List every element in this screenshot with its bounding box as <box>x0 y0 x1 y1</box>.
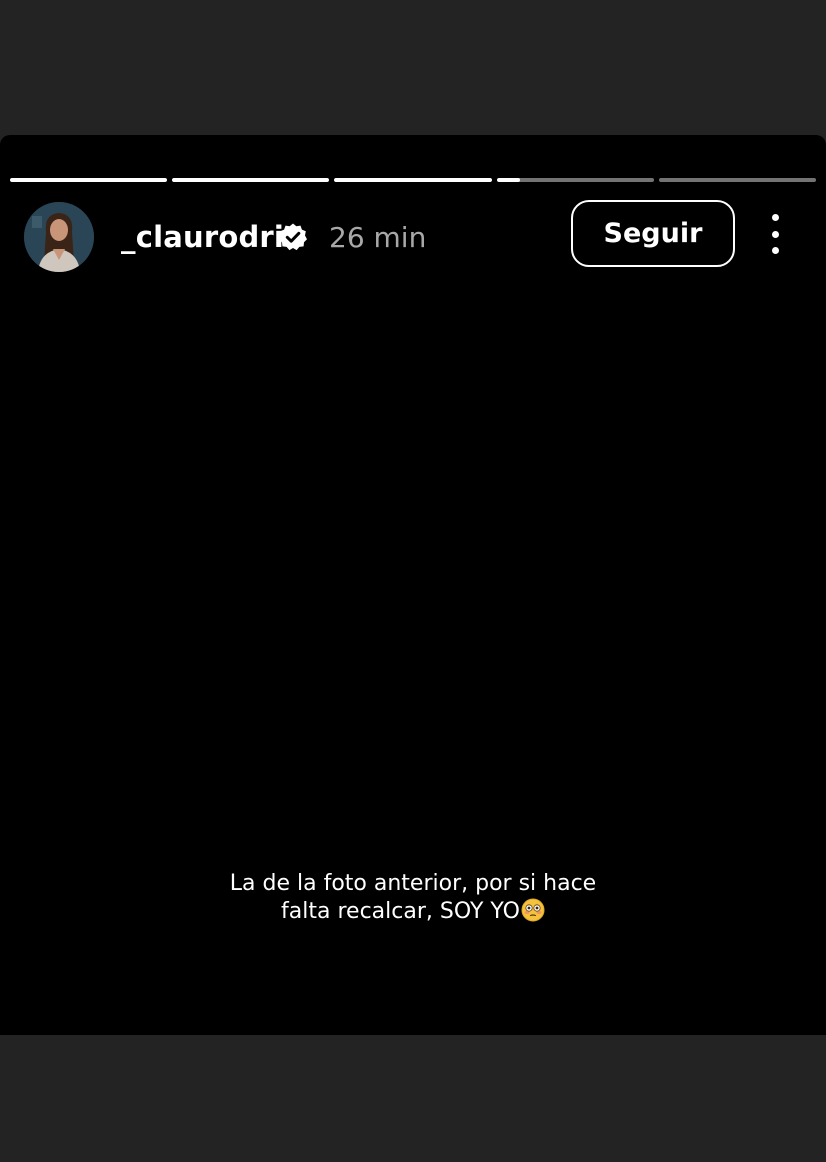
caption-line-1: La de la foto anterior, por si hace <box>229 871 597 896</box>
post-time: 26 min <box>329 221 427 254</box>
username[interactable]: _claurodri <box>121 220 284 254</box>
story-header: _claurodri 26 min Seguir <box>24 200 796 272</box>
progress-segment <box>334 178 492 182</box>
follow-button[interactable]: Seguir <box>571 200 735 267</box>
progress-segment-current <box>496 178 654 182</box>
progress-segment <box>10 178 168 182</box>
progress-segment <box>658 178 817 182</box>
verified-badge-icon <box>278 222 308 252</box>
flushed-face-emoji-icon <box>521 898 545 922</box>
progress-segment <box>172 178 330 182</box>
caption-line-2-wrap: falta recalcar, SOY YO <box>0 898 826 926</box>
more-vertical-icon[interactable] <box>762 214 788 254</box>
story-viewer[interactable]: _claurodri 26 min Seguir La de la foto a… <box>0 135 826 1035</box>
avatar[interactable] <box>24 202 94 272</box>
caption-line-2: falta recalcar, SOY YO <box>281 899 520 924</box>
story-caption: La de la foto anterior, por si hace falt… <box>0 870 826 926</box>
story-progress-bar <box>10 178 817 182</box>
page: _claurodri 26 min Seguir La de la foto a… <box>0 0 826 1162</box>
